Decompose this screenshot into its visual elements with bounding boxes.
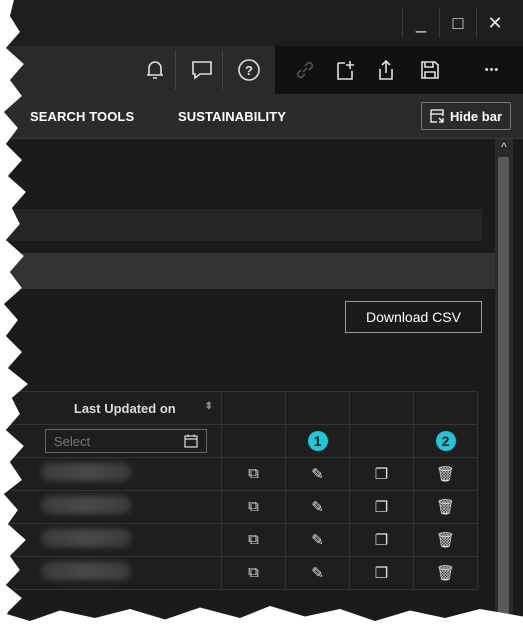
open-action[interactable]: ⧉ (221, 490, 286, 524)
hide-bar-button[interactable]: Hide bar (420, 102, 511, 130)
sort-icon[interactable]: ⬍ (205, 401, 213, 412)
toolbar: ? ••• (0, 46, 523, 94)
copy-action[interactable]: ❐ (349, 523, 414, 557)
table-row: ⧉ ✎ ❐ 🗑 (0, 556, 478, 590)
redacted-value (41, 495, 131, 514)
open-action[interactable]: ⧉ (221, 556, 286, 590)
scroll-thumb[interactable] (498, 157, 509, 627)
annotation-badge-2: 2 (435, 431, 456, 451)
new-item-button[interactable] (326, 50, 366, 90)
share-button[interactable] (366, 50, 406, 90)
close-button[interactable]: ✕ (476, 8, 513, 38)
table-header-row: Last Updated on ⬍ (0, 391, 478, 425)
redacted-value (41, 462, 131, 481)
pencil-icon: ✎ (311, 465, 324, 483)
external-link-icon: ⧉ (248, 465, 259, 482)
edit-action[interactable]: ✎ (285, 523, 350, 557)
date-placeholder: Select (54, 433, 91, 449)
column-header-last-updated[interactable]: Last Updated on ⬍ (0, 391, 222, 425)
pencil-icon: ✎ (311, 498, 324, 516)
pencil-icon: ✎ (311, 564, 324, 582)
hide-bar-icon (430, 109, 444, 123)
save-button[interactable] (410, 50, 450, 90)
results-table: Last Updated on ⬍ Select 1 2 ⧉ ✎ ❐ 🗑 ⧉ ✎… (0, 391, 478, 590)
copy-action[interactable]: ❐ (349, 556, 414, 590)
link-icon (296, 61, 314, 79)
copy-icon: ❐ (374, 564, 389, 582)
redacted-value (41, 528, 131, 547)
main-content: Download CSV Last Updated on ⬍ Select 1 … (0, 139, 495, 630)
add-document-icon (337, 61, 354, 80)
minimize-button[interactable]: _ (402, 8, 439, 38)
feedback-button[interactable] (182, 50, 223, 90)
delete-action[interactable]: 🗑 (413, 490, 478, 524)
table-filter-row: Select 1 2 (0, 424, 478, 458)
download-csv-button[interactable]: Download CSV (345, 301, 482, 333)
table-row: ⧉ ✎ ❐ 🗑 (0, 490, 478, 524)
share-icon (379, 59, 393, 80)
chat-icon (192, 61, 212, 80)
copy-icon: ❐ (374, 498, 389, 516)
trash-icon: 🗑 (435, 498, 456, 516)
title-bar: _ □ ✕ (0, 0, 523, 47)
trash-icon: 🗑 (435, 531, 456, 549)
edit-action[interactable]: ✎ (285, 490, 350, 524)
nav-search-tools[interactable]: SEARCH TOOLS (30, 109, 134, 124)
more-options-button[interactable]: ••• (472, 50, 512, 90)
trash-icon: 🗑 (435, 465, 456, 483)
annotation-badge-1: 1 (307, 431, 328, 451)
calendar-icon[interactable] (184, 434, 198, 448)
scroll-up-icon[interactable]: ^ (495, 139, 513, 155)
app-window: _ □ ✕ ? ••• SEARCH TOOLS SUSTAINABILITY … (0, 0, 523, 630)
delete-action[interactable]: 🗑 (413, 457, 478, 491)
edit-action[interactable]: ✎ (285, 556, 350, 590)
save-icon (421, 61, 439, 79)
external-link-icon: ⧉ (248, 564, 259, 581)
vertical-scrollbar[interactable]: ^ (495, 139, 513, 630)
table-row: ⧉ ✎ ❐ 🗑 (0, 457, 478, 491)
date-filter-input[interactable]: Select (45, 429, 207, 453)
external-link-icon: ⧉ (248, 531, 259, 548)
copy-icon: ❐ (374, 465, 389, 483)
redacted-value (41, 561, 131, 580)
trash-icon: 🗑 (435, 564, 456, 582)
filter-row (0, 209, 482, 241)
link-button[interactable] (285, 50, 325, 90)
bell-icon (147, 61, 163, 79)
more-icon: ••• (484, 64, 500, 76)
pencil-icon: ✎ (311, 531, 324, 549)
copy-action[interactable]: ❐ (349, 490, 414, 524)
maximize-button[interactable]: □ (439, 8, 476, 38)
open-action[interactable]: ⧉ (221, 457, 286, 491)
open-action[interactable]: ⧉ (221, 523, 286, 557)
delete-action[interactable]: 🗑 (413, 523, 478, 557)
filter-row-highlight (0, 253, 495, 289)
nav-sustainability[interactable]: SUSTAINABILITY (178, 109, 286, 124)
external-link-icon: ⧉ (248, 498, 259, 515)
table-row: ⧉ ✎ ❐ 🗑 (0, 523, 478, 557)
copy-action[interactable]: ❐ (349, 457, 414, 491)
help-icon: ? (238, 59, 260, 81)
navigation-bar: SEARCH TOOLS SUSTAINABILITY Hide bar (0, 94, 523, 139)
hide-bar-label: Hide bar (449, 108, 502, 124)
delete-action[interactable]: 🗑 (413, 556, 478, 590)
copy-icon: ❐ (374, 531, 389, 549)
edit-action[interactable]: ✎ (285, 457, 350, 491)
help-button[interactable]: ? (229, 50, 269, 90)
svg-text:?: ? (245, 63, 253, 78)
notifications-button[interactable] (135, 50, 176, 90)
